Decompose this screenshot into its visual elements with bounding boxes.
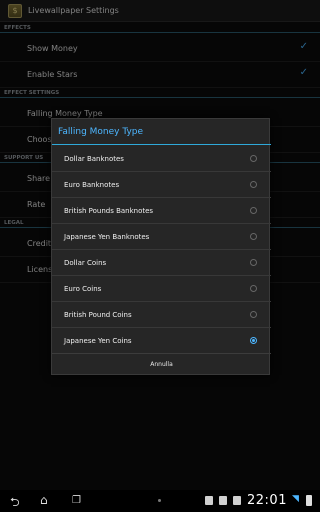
falling-money-type-dialog: Falling Money Type Dollar Banknotes Euro…: [51, 118, 271, 376]
home-icon[interactable]: ⌂: [40, 493, 48, 507]
option-label: Dollar Banknotes: [64, 155, 124, 163]
radio-button[interactable]: [250, 233, 257, 240]
radio-button[interactable]: [250, 285, 257, 292]
option-japanese-yen-coins[interactable]: Japanese Yen Coins: [52, 328, 271, 354]
dialog-title: Falling Money Type: [58, 127, 144, 137]
status-clock[interactable]: 22:01: [247, 493, 287, 508]
radio-button[interactable]: [250, 155, 257, 162]
option-dollar-coins[interactable]: Dollar Coins: [52, 250, 271, 276]
option-euro-coins[interactable]: Euro Coins: [52, 276, 271, 302]
option-label: British Pound Coins: [64, 311, 132, 319]
option-label: Euro Banknotes: [64, 181, 120, 189]
dialog-title-bar: Falling Money Type: [52, 119, 271, 145]
radio-button[interactable]: [250, 207, 257, 214]
option-label: British Pounds Banknotes: [64, 207, 154, 215]
radio-button[interactable]: [250, 181, 257, 188]
recent-apps-icon[interactable]: ❐: [72, 495, 81, 506]
battery-icon: [306, 495, 312, 506]
radio-button[interactable]: [250, 259, 257, 266]
option-label: Dollar Coins: [64, 259, 107, 267]
option-euro-banknotes[interactable]: Euro Banknotes: [52, 172, 271, 198]
option-label: Japanese Yen Coins: [64, 337, 132, 345]
radio-button-selected[interactable]: [250, 337, 257, 344]
option-japanese-yen-banknotes[interactable]: Japanese Yen Banknotes: [52, 224, 271, 250]
wifi-icon: ◥: [292, 494, 299, 504]
option-label: Japanese Yen Banknotes: [64, 233, 150, 241]
menu-dot-icon[interactable]: [158, 499, 161, 502]
sd-card-icon: [205, 496, 213, 505]
option-dollar-banknotes[interactable]: Dollar Banknotes: [52, 146, 271, 172]
option-british-pounds-banknotes[interactable]: British Pounds Banknotes: [52, 198, 271, 224]
back-icon[interactable]: ⮌: [10, 493, 20, 512]
radio-button[interactable]: [250, 311, 257, 318]
option-british-pound-coins[interactable]: British Pound Coins: [52, 302, 271, 328]
gallery-notification-icon: [219, 496, 227, 505]
system-navigation-bar: ⮌ ⌂ ❐ 22:01 ◥: [0, 490, 320, 512]
download-notification-icon: [233, 496, 241, 505]
cancel-button[interactable]: Annulla: [52, 353, 271, 376]
option-label: Euro Coins: [64, 285, 102, 293]
